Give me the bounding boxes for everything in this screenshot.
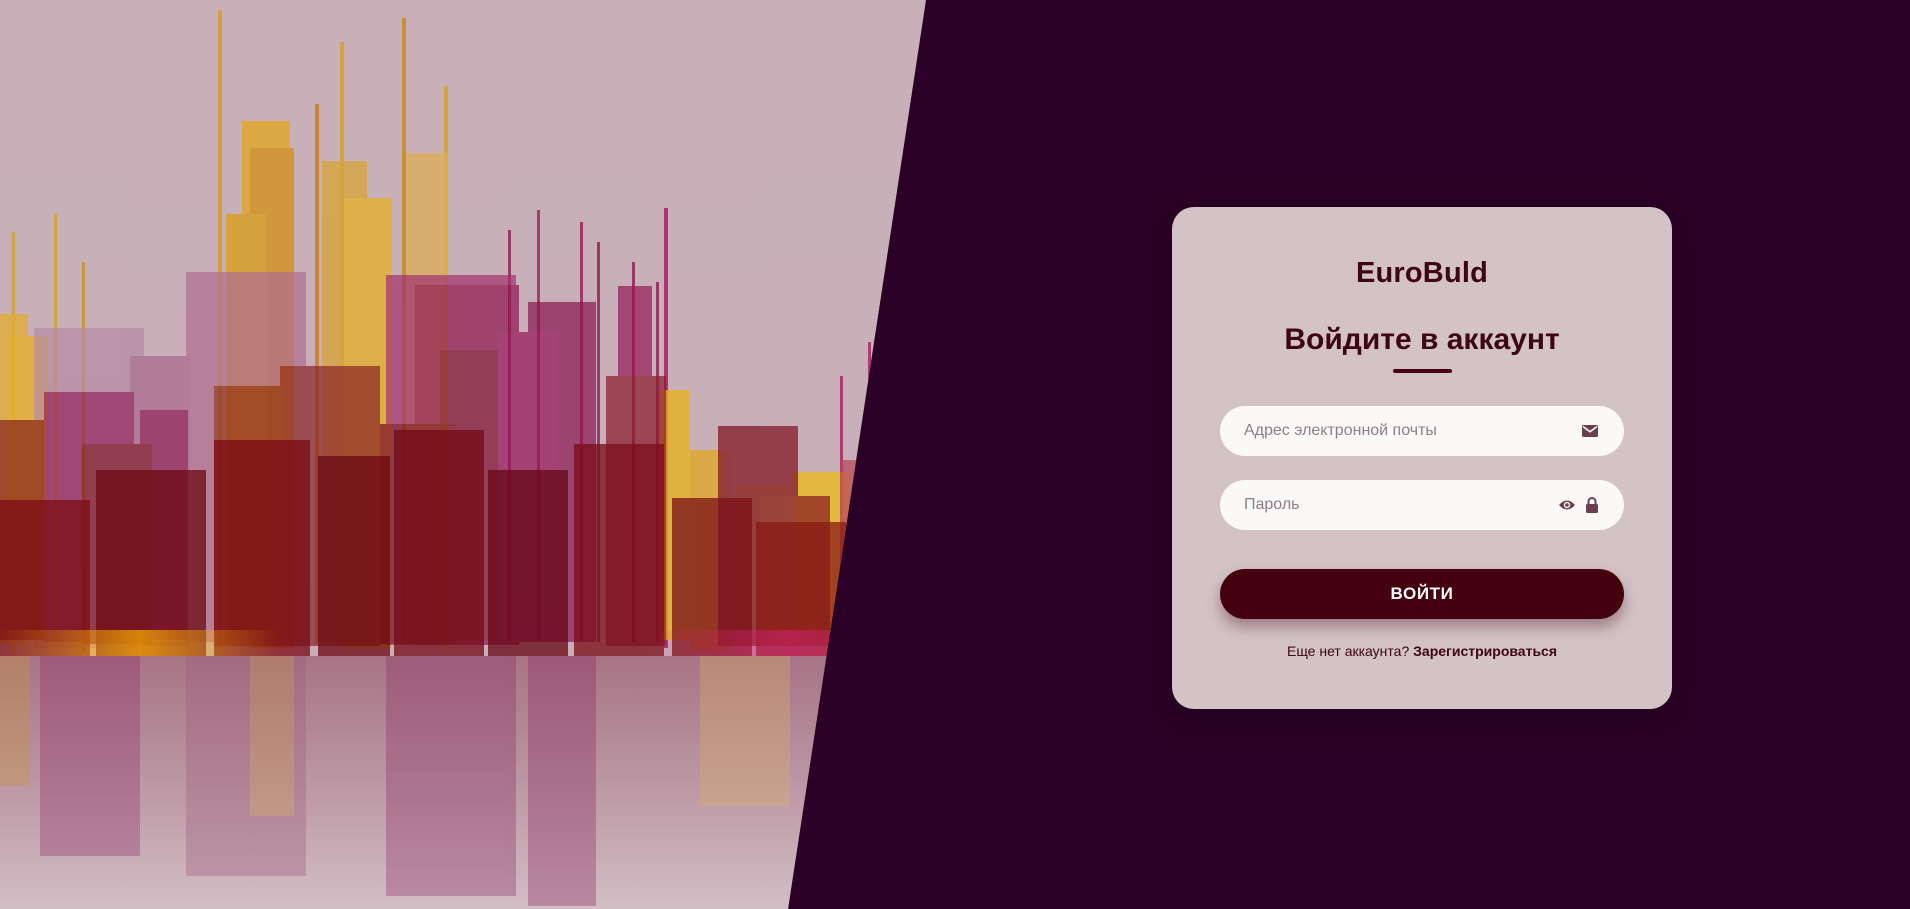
email-input[interactable] — [1244, 406, 1544, 456]
signup-row: Еще нет аккаунта? Зарегистрироваться — [1172, 643, 1672, 659]
email-field[interactable] — [1220, 406, 1624, 456]
login-button[interactable]: ВОЙТИ — [1220, 569, 1624, 619]
eye-icon[interactable] — [1558, 497, 1576, 513]
heading-underline — [1393, 369, 1452, 373]
login-heading: Войдите в аккаунт — [1284, 323, 1560, 356]
login-page: EuroBuld Войдите в аккаунт Адрес электро… — [0, 0, 1910, 909]
city-skyline-illustration — [0, 0, 926, 909]
password-field[interactable] — [1220, 480, 1624, 530]
signup-prompt: Еще нет аккаунта? — [1286, 643, 1414, 659]
password-input[interactable] — [1244, 480, 1544, 530]
envelope-icon — [1581, 423, 1599, 439]
login-card: EuroBuld Войдите в аккаунт Адрес электро… — [1172, 207, 1672, 709]
skyline-art — [0, 0, 926, 909]
brand-logo: EuroBuld — [1355, 257, 1489, 289]
lock-icon — [1583, 497, 1601, 513]
signup-link[interactable]: Зарегистрироваться — [1413, 643, 1557, 659]
